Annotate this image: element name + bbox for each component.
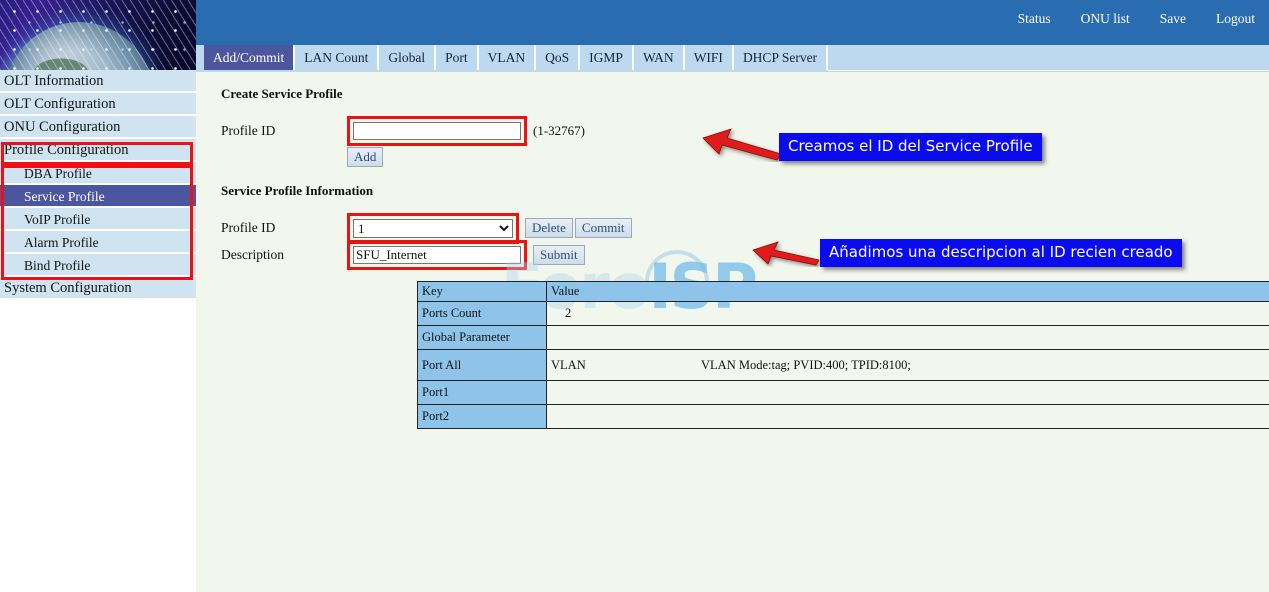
- delete-button[interactable]: Delete: [525, 218, 573, 238]
- tab-strip-filler: [828, 45, 1269, 71]
- sidebar-item-service-profile[interactable]: Service Profile: [0, 185, 196, 208]
- table-header-row: Key Value: [417, 281, 1269, 302]
- create-service-profile-title: Create Service Profile: [221, 86, 343, 101]
- table-row: Port1: [417, 380, 1269, 405]
- callout-create-id: Creamos el ID del Service Profile: [779, 133, 1042, 161]
- table-row: Global Parameter: [417, 325, 1269, 350]
- sidebar-item-onu-configuration[interactable]: ONU Configuration: [0, 116, 196, 139]
- table-row: Ports Count 2: [417, 301, 1269, 326]
- highlight-box-profile-id-select: 1: [347, 212, 519, 244]
- table-row: Port All VLAN VLAN Mode:tag; PVID:400; TPI…: [417, 349, 1269, 381]
- table-value-cell: [546, 325, 1269, 350]
- info-profile-id-label: Profile ID: [221, 220, 276, 235]
- table-value-primary: VLAN: [551, 357, 586, 372]
- callout-add-description: Añadimos una descripcion al ID recien cr…: [820, 239, 1182, 267]
- globe-fiber-banner-image: [0, 0, 196, 70]
- highlight-box-profile-id-input: [347, 116, 527, 146]
- table-header-cell: Key: [417, 281, 547, 302]
- sidebar-item-alarm-profile[interactable]: Alarm Profile: [0, 231, 196, 254]
- info-profile-id-row: Profile ID 1 Delete Commit: [221, 212, 1269, 244]
- topnav-link-onu-list[interactable]: ONU list: [1081, 11, 1130, 27]
- tab-strip: Add/Commit LAN Count Global Port VLAN QoS IGMP…: [196, 45, 1269, 72]
- add-button[interactable]: Add: [347, 147, 384, 167]
- submit-button[interactable]: Submit: [533, 245, 585, 265]
- tab-lan-count[interactable]: LAN Count: [295, 45, 380, 70]
- create-profile-id-input[interactable]: [353, 122, 521, 140]
- table-key-cell: Port2: [417, 404, 547, 429]
- table-value-cell: [546, 404, 1269, 429]
- table-value-secondary: VLAN Mode:tag; PVID:400; TPID:8100;: [701, 357, 911, 372]
- tab-vlan[interactable]: VLAN: [478, 45, 537, 70]
- sidebar-menu: OLT Information OLT Configuration ONU Conf…: [0, 70, 196, 300]
- sidebar-item-system-configuration[interactable]: System Configuration: [0, 277, 196, 300]
- tab-dhcp-server[interactable]: DHCP Server: [733, 45, 829, 70]
- fiber-dots-decoration: [0, 0, 196, 70]
- top-nav: Status ONU list Save Logout: [1018, 11, 1255, 27]
- service-profile-information-title: Service Profile Information: [221, 183, 374, 198]
- annotation-arrow-2: [752, 241, 820, 266]
- table-row: Port2: [417, 404, 1269, 429]
- service-profile-table: Key Value Ports Count 2 Global Parameter Port…: [417, 281, 1269, 429]
- description-input[interactable]: [353, 246, 521, 264]
- table-key-cell: Ports Count: [417, 301, 547, 326]
- main-panel: Status ONU list Save Logout Add/Commit LAN C…: [196, 0, 1269, 592]
- sidebar-item-dba-profile[interactable]: DBA Profile: [0, 162, 196, 185]
- table-key-cell: Port1: [417, 380, 547, 405]
- annotation-arrow-1: [702, 128, 782, 161]
- profile-id-range-hint: (1-32767): [533, 123, 585, 138]
- table-value-cell: [546, 380, 1269, 405]
- create-profile-id-label: Profile ID: [221, 123, 276, 138]
- sidebar-item-olt-configuration[interactable]: OLT Configuration: [0, 93, 196, 116]
- table-key-cell: Global Parameter: [417, 325, 547, 350]
- topnav-link-status[interactable]: Status: [1018, 11, 1051, 27]
- tab-wifi[interactable]: WIFI: [684, 45, 734, 70]
- sidebar-item-bind-profile[interactable]: Bind Profile: [0, 254, 196, 277]
- tab-port[interactable]: Port: [436, 45, 479, 70]
- table-header-cell: Value: [546, 281, 1269, 302]
- tab-igmp[interactable]: IGMP: [580, 45, 634, 70]
- topnav-link-logout[interactable]: Logout: [1216, 11, 1255, 27]
- topnav-link-save[interactable]: Save: [1160, 11, 1186, 27]
- profile-id-select[interactable]: 1: [353, 218, 513, 238]
- highlight-box-description-input: [347, 240, 527, 270]
- sidebar: OLT Information OLT Configuration ONU Conf…: [0, 0, 196, 592]
- tab-add-commit[interactable]: Add/Commit: [204, 45, 296, 70]
- commit-button[interactable]: Commit: [574, 218, 632, 238]
- tab-wan[interactable]: WAN: [633, 45, 685, 70]
- top-bar: Status ONU list Save Logout: [196, 0, 1269, 45]
- tab-qos[interactable]: QoS: [536, 45, 581, 70]
- table-value-cell: 2: [546, 301, 1269, 326]
- sidebar-item-olt-information[interactable]: OLT Information: [0, 70, 196, 93]
- tab-global[interactable]: Global: [379, 45, 437, 70]
- description-label: Description: [221, 247, 284, 262]
- sidebar-item-voip-profile[interactable]: VoIP Profile: [0, 208, 196, 231]
- table-value-cell: VLAN VLAN Mode:tag; PVID:400; TPID:8100;: [546, 349, 1269, 381]
- sidebar-item-profile-configuration[interactable]: Profile Configuration: [0, 139, 196, 162]
- table-key-cell: Port All: [417, 349, 547, 381]
